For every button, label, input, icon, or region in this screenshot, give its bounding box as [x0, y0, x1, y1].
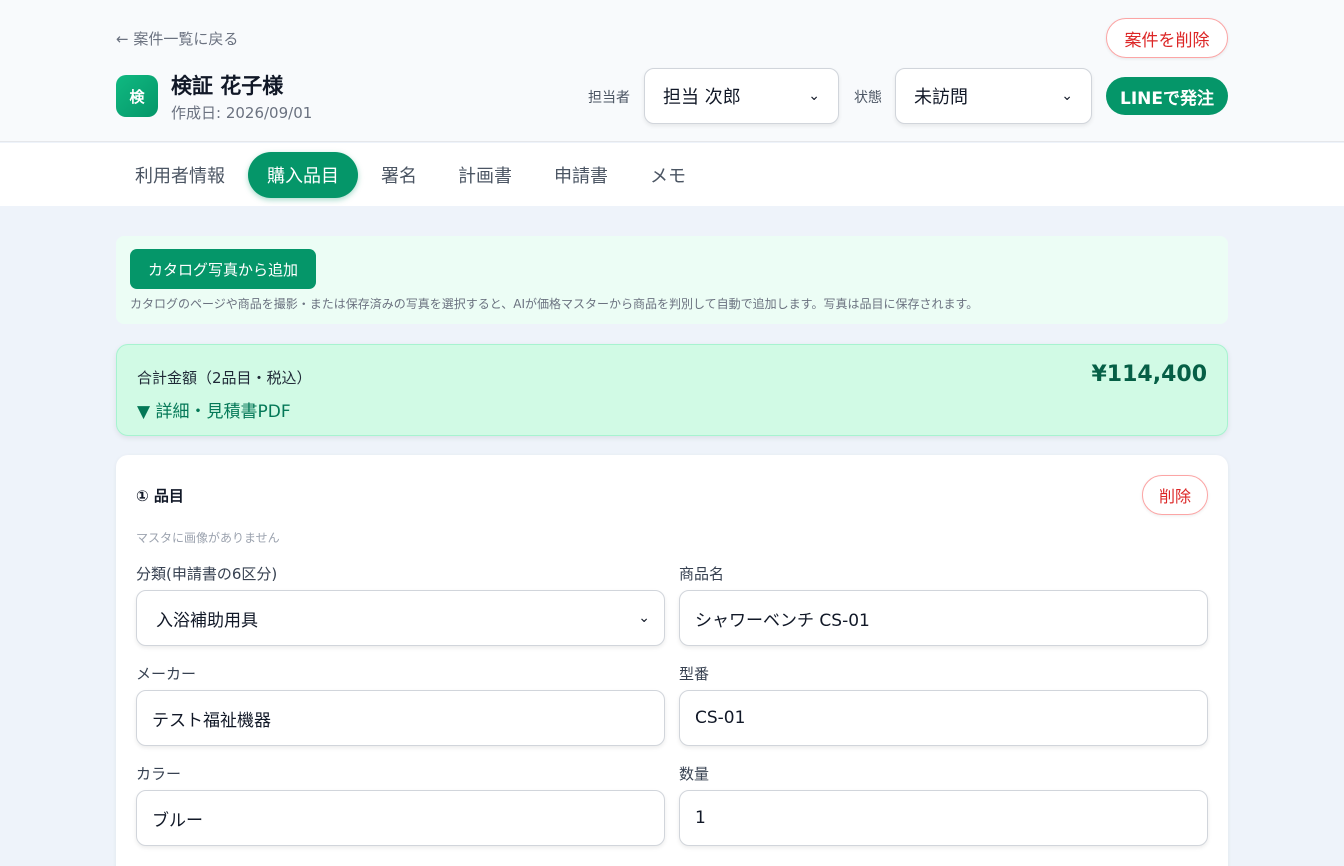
tab-memo[interactable]: メモ [634, 152, 702, 198]
tab-bar: 利用者情報 購入品目 署名 計画書 申請書 メモ [0, 143, 1344, 206]
tab-purchase-items[interactable]: 購入品目 [248, 152, 358, 198]
total-label: 合計金額（2品目・税込） [137, 369, 312, 387]
line-order-button[interactable]: LINEで発注 [1106, 77, 1228, 115]
catalog-help-text: カタログのページや商品を撮影・または保存済みの写真を選択すると、AIが価格マスタ… [130, 297, 979, 311]
tab-application[interactable]: 申請書 [538, 152, 624, 198]
product-name-input[interactable]: シャワーベンチ CS-01 [679, 590, 1208, 646]
delete-case-button[interactable]: 案件を削除 [1106, 18, 1228, 58]
maker-value: テスト福祉機器 [152, 710, 271, 731]
tab-plan[interactable]: 計画書 [442, 152, 528, 198]
details-pdf-toggle[interactable]: ▼ 詳細・見積書PDF [137, 397, 291, 422]
model-value: CS-01 [695, 708, 746, 728]
color-label: カラー [136, 765, 182, 783]
delete-item-button[interactable]: 削除 [1142, 475, 1208, 515]
avatar-initial: 検 [129, 87, 145, 106]
maker-input[interactable]: テスト福祉機器 [136, 690, 665, 746]
chevron-down-icon: ⌄ [1061, 88, 1073, 104]
tab-signature[interactable]: 署名 [365, 152, 433, 198]
item-card: ① 品目 削除 マスタに画像がありません 分類(申請書の6区分) 入浴補助用具 … [116, 455, 1228, 866]
status-select[interactable]: 未訪問 ⌄ [895, 68, 1092, 124]
category-value: 入浴補助用具 [156, 610, 258, 631]
model-label: 型番 [679, 665, 710, 683]
total-amount: ¥114,400 [1091, 362, 1207, 387]
chevron-down-icon: ⌄ [808, 88, 820, 104]
client-name: 検証 花子様 [171, 74, 284, 98]
status-value: 未訪問 [914, 87, 968, 108]
color-input[interactable]: ブルー [136, 790, 665, 846]
total-summary: 合計金額（2品目・税込） ¥114,400 ▼ 詳細・見積書PDF [116, 344, 1228, 436]
assignee-value: 担当 次郎 [663, 87, 741, 108]
tab-user-info[interactable]: 利用者情報 [117, 152, 243, 198]
maker-label: メーカー [136, 665, 197, 683]
assignee-select[interactable]: 担当 次郎 ⌄ [644, 68, 839, 124]
quantity-label: 数量 [679, 765, 710, 783]
add-from-catalog-button[interactable]: カタログ写真から追加 [130, 249, 316, 289]
back-to-list-link[interactable]: ← 案件一覧に戻る [116, 28, 238, 49]
product-name-value: シャワーベンチ CS-01 [695, 610, 870, 631]
item-title: ① 品目 [136, 487, 184, 505]
status-label: 状態 [854, 90, 882, 106]
catalog-section: カタログ写真から追加 カタログのページや商品を撮影・または保存済みの写真を選択す… [116, 236, 1228, 324]
category-label: 分類(申請書の6区分) [136, 565, 278, 583]
client-avatar: 検 [116, 75, 158, 117]
no-image-text: マスタに画像がありません [136, 531, 280, 545]
category-select[interactable]: 入浴補助用具 ⌄ [136, 590, 665, 646]
page-header: ← 案件一覧に戻る 検 検証 花子様 作成日: 2026/09/01 案件を削除… [0, 0, 1344, 142]
chevron-down-icon: ⌄ [638, 610, 650, 626]
color-value: ブルー [152, 810, 203, 831]
product-name-label: 商品名 [679, 565, 725, 583]
assignee-label: 担当者 [588, 90, 630, 106]
quantity-input[interactable]: 1 [679, 790, 1208, 846]
model-input[interactable]: CS-01 [679, 690, 1208, 746]
created-date: 作成日: 2026/09/01 [171, 104, 313, 122]
quantity-value: 1 [695, 808, 706, 828]
